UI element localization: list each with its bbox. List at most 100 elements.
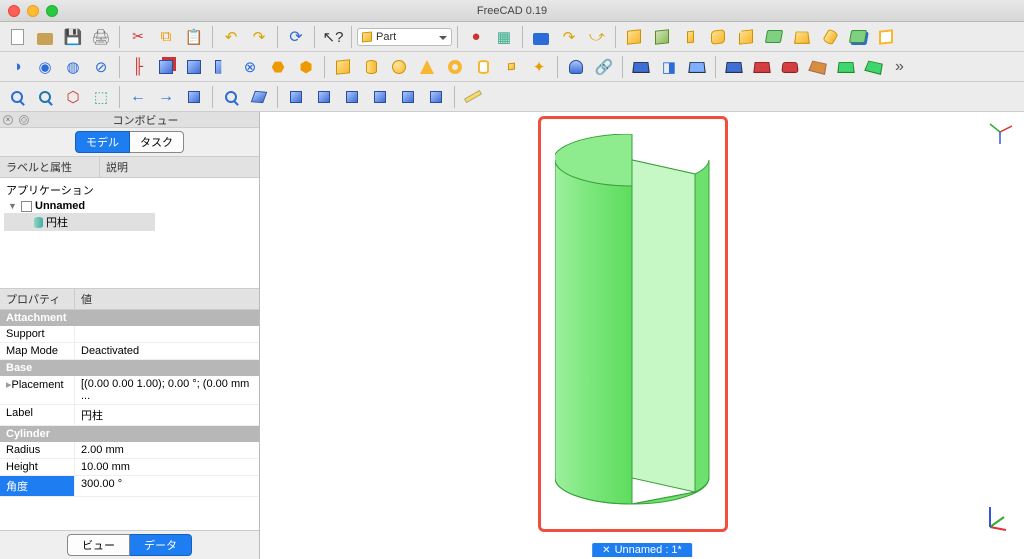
bounding-box-button[interactable]: ⬚: [88, 84, 114, 110]
tab-task[interactable]: タスク: [130, 131, 184, 153]
defeat-button[interactable]: ⬢: [293, 54, 319, 80]
refresh-button[interactable]: ⟳: [283, 24, 309, 50]
prim-cone-button[interactable]: [414, 54, 440, 80]
surface-2-button[interactable]: [749, 54, 775, 80]
bool-union-button[interactable]: ◉: [32, 54, 58, 80]
cut-button[interactable]: ✂: [125, 24, 151, 50]
part-loft-button[interactable]: [789, 24, 815, 50]
bool-cut-button[interactable]: ◑: [4, 54, 30, 80]
tree-root[interactable]: アプリケーション: [4, 181, 255, 199]
slice-button[interactable]: [181, 54, 207, 80]
fit-selection-button[interactable]: [32, 84, 58, 110]
tab-model[interactable]: モデル: [75, 131, 130, 153]
iso-view-button[interactable]: [246, 84, 272, 110]
save-button[interactable]: 💾: [60, 24, 86, 50]
link-import-button[interactable]: ↷: [556, 24, 582, 50]
surface-6-button[interactable]: [861, 54, 887, 80]
part-mirror-button[interactable]: [677, 24, 703, 50]
surface-5-button[interactable]: [833, 54, 859, 80]
close-tab-icon[interactable]: ✕: [602, 545, 610, 556]
section-cut-button[interactable]: ◨: [656, 54, 682, 80]
panel-close-button[interactable]: ×: [3, 115, 13, 125]
cross-sections-button[interactable]: [628, 54, 654, 80]
view-bottom-button[interactable]: [395, 84, 421, 110]
copy-button[interactable]: ⧉: [153, 24, 179, 50]
prop-height[interactable]: Height 10.00 mm: [0, 459, 259, 476]
explode-button[interactable]: [153, 54, 179, 80]
undo-button[interactable]: ↶: [218, 24, 244, 50]
attachment-button[interactable]: 🔗: [591, 54, 617, 80]
make-face-button[interactable]: [563, 54, 589, 80]
view-right-button[interactable]: [339, 84, 365, 110]
prim-torus-button[interactable]: [442, 54, 468, 80]
slice-apart-button[interactable]: [209, 54, 235, 80]
tree-cylinder-item[interactable]: 円柱: [4, 213, 155, 231]
part-sweep-button[interactable]: [817, 24, 843, 50]
cylinder-3d-object[interactable]: [555, 134, 710, 520]
part-chamfer-button[interactable]: [733, 24, 759, 50]
prim-sphere-button[interactable]: [386, 54, 412, 80]
macro-stop-button[interactable]: ▦: [491, 24, 517, 50]
link-nav-button[interactable]: [181, 84, 207, 110]
part-thickness-button[interactable]: [873, 24, 899, 50]
view-front-button[interactable]: [283, 84, 309, 110]
panel-undock-button[interactable]: ◇: [19, 115, 29, 125]
3d-viewport[interactable]: ✕ Unnamed : 1*: [260, 112, 1024, 559]
part-fillet-button[interactable]: [705, 24, 731, 50]
redo-button[interactable]: ↷: [246, 24, 272, 50]
view-top-button[interactable]: [311, 84, 337, 110]
maximize-window-button[interactable]: [46, 5, 58, 17]
zoom-button[interactable]: [218, 84, 244, 110]
prim-create-button[interactable]: [498, 54, 524, 80]
view-left-button[interactable]: [423, 84, 449, 110]
disclose-icon[interactable]: ▼: [8, 201, 18, 211]
document-tab[interactable]: ✕ Unnamed : 1*: [592, 543, 692, 557]
open-button[interactable]: [32, 24, 58, 50]
part-revolve-button[interactable]: [649, 24, 675, 50]
measure-button[interactable]: [460, 84, 486, 110]
tree-doc[interactable]: ▼ Unnamed: [4, 199, 255, 213]
prop-support[interactable]: Support: [0, 326, 259, 343]
nav-cube-axes[interactable]: [986, 118, 1014, 146]
surface-4-button[interactable]: [805, 54, 831, 80]
tab-data[interactable]: データ: [130, 534, 192, 556]
whatsthis-button[interactable]: ↖?: [320, 24, 346, 50]
nav-fwd-button[interactable]: →: [153, 84, 179, 110]
prim-box-button[interactable]: [330, 54, 356, 80]
link-import-all-button[interactable]: ⤻: [584, 24, 610, 50]
close-window-button[interactable]: [8, 5, 20, 17]
macro-record-button[interactable]: ●: [463, 24, 489, 50]
tab-view[interactable]: ビュー: [67, 534, 130, 556]
paste-button[interactable]: 📋: [181, 24, 207, 50]
link-make-button[interactable]: [528, 24, 554, 50]
projection-button[interactable]: [684, 54, 710, 80]
draw-style-button[interactable]: ⬡: [60, 84, 86, 110]
prim-tube-button[interactable]: [470, 54, 496, 80]
part-extrude-button[interactable]: [621, 24, 647, 50]
minimize-window-button[interactable]: [27, 5, 39, 17]
prop-radius[interactable]: Radius 2.00 mm: [0, 442, 259, 459]
prop-placement[interactable]: ▸Placement [(0.00 0.00 1.00); 0.00 °; (0…: [0, 376, 259, 405]
prop-mapmode[interactable]: Map Mode Deactivated: [0, 343, 259, 360]
surface-3-button[interactable]: [777, 54, 803, 80]
check-button[interactable]: ⬣: [265, 54, 291, 80]
nav-back-button[interactable]: ←: [125, 84, 151, 110]
xor-button[interactable]: ⊗: [237, 54, 263, 80]
view-rear-button[interactable]: [367, 84, 393, 110]
bool-common-button[interactable]: ◍: [60, 54, 86, 80]
bool-section-button[interactable]: ⊘: [88, 54, 114, 80]
model-tree[interactable]: アプリケーション ▼ Unnamed 円柱: [0, 178, 259, 288]
prop-label[interactable]: Label 円柱: [0, 405, 259, 426]
prim-cylinder-button[interactable]: [358, 54, 384, 80]
print-button[interactable]: 🖨: [88, 24, 114, 50]
part-ruled-button[interactable]: [761, 24, 787, 50]
shapebuilder-button[interactable]: ✦: [526, 54, 552, 80]
toolbar-overflow-button[interactable]: »: [889, 58, 910, 76]
workbench-selector[interactable]: Part: [357, 28, 452, 46]
fit-all-button[interactable]: [4, 84, 30, 110]
surface-1-button[interactable]: [721, 54, 747, 80]
new-button[interactable]: [4, 24, 30, 50]
part-offset-button[interactable]: [845, 24, 871, 50]
compound-button[interactable]: ╟: [125, 54, 151, 80]
prop-angle[interactable]: 角度 300.00 °: [0, 476, 259, 497]
